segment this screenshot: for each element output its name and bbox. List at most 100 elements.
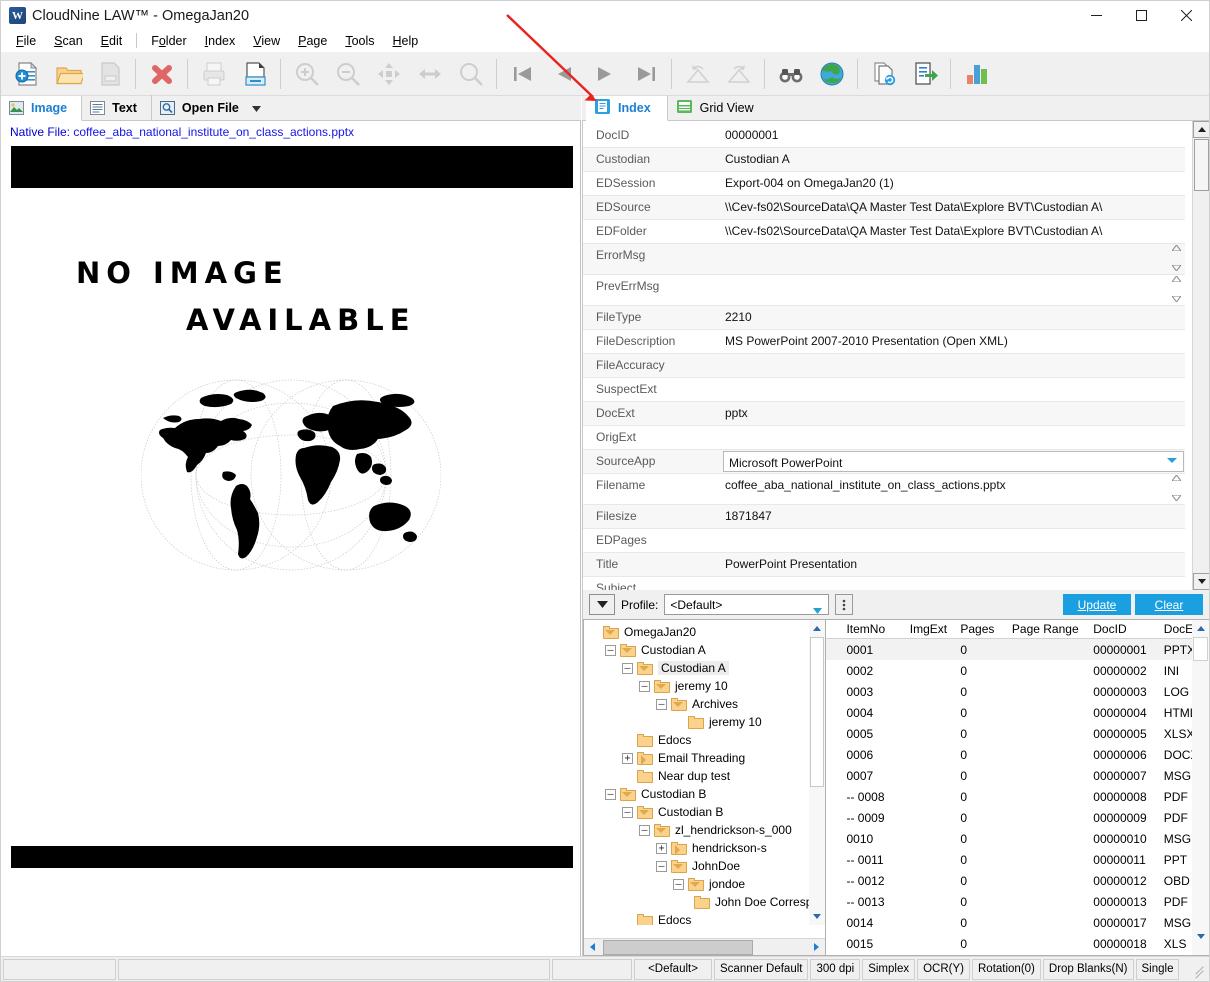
index-field-value[interactable]: \\Cev-fs02\SourceData\QA Master Test Dat… bbox=[723, 220, 1185, 243]
index-field-value[interactable] bbox=[723, 529, 1185, 552]
memo-spinner-icon[interactable] bbox=[1170, 245, 1182, 271]
status-blanks[interactable]: Drop Blanks(N) bbox=[1042, 958, 1134, 980]
grid-row[interactable]: 0003 0 00000003 LOG bbox=[826, 681, 1209, 702]
close-button[interactable] bbox=[1164, 1, 1209, 30]
menu-view[interactable]: View bbox=[244, 32, 289, 50]
status-rotation[interactable]: Rotation(0) bbox=[972, 958, 1041, 980]
grid-row[interactable]: 0001 0 00000001 PPTX bbox=[826, 639, 1209, 660]
chevron-down-icon[interactable] bbox=[251, 101, 261, 115]
maximize-button[interactable] bbox=[1119, 1, 1164, 30]
tree-vertical-scrollbar[interactable] bbox=[809, 620, 825, 925]
tree-node[interactable]: – jondoe bbox=[584, 875, 810, 893]
index-field-value[interactable] bbox=[723, 426, 1185, 449]
menu-help[interactable]: Help bbox=[384, 32, 428, 50]
tree-hscroll-thumb[interactable] bbox=[603, 939, 753, 955]
collapse-node-icon[interactable]: – bbox=[605, 788, 616, 800]
grid-row[interactable]: -- 0013 0 00000013 PDF bbox=[826, 891, 1209, 912]
index-field-value[interactable]: \\Cev-fs02\SourceData\QA Master Test Dat… bbox=[723, 196, 1185, 219]
index-field-value[interactable]: Export-004 on OmegaJan20 (1) bbox=[723, 172, 1185, 195]
index-field-value[interactable]: Custodian A bbox=[723, 148, 1185, 171]
tree-scroll-up-button[interactable] bbox=[809, 620, 825, 637]
index-field-value[interactable]: pptx bbox=[723, 402, 1185, 425]
menu-file[interactable]: File bbox=[7, 32, 45, 50]
tab-index[interactable]: Index bbox=[586, 96, 668, 121]
tree-scroll-right-button[interactable] bbox=[808, 938, 825, 955]
open-folder-icon[interactable] bbox=[48, 54, 89, 94]
status-ocr[interactable]: OCR(Y) bbox=[917, 958, 970, 980]
tree-node[interactable]: – JohnDoe bbox=[584, 857, 810, 875]
grid-row[interactable]: 0004 0 00000004 HTML bbox=[826, 702, 1209, 723]
native-file-name[interactable]: coffee_aba_national_institute_on_class_a… bbox=[73, 125, 354, 139]
grid-row[interactable]: -- 0011 0 00000011 PPT bbox=[826, 849, 1209, 870]
status-duplex[interactable]: Simplex bbox=[862, 958, 916, 980]
menu-page[interactable]: Page bbox=[289, 32, 336, 50]
index-field-value[interactable]: MS PowerPoint 2007-2010 Presentation (Op… bbox=[723, 330, 1185, 353]
grid-row[interactable]: 0007 0 00000007 MSG bbox=[826, 765, 1209, 786]
status-dpi[interactable]: 300 dpi bbox=[810, 958, 861, 980]
grid-row[interactable]: 0010 0 00000010 MSG bbox=[826, 828, 1209, 849]
resize-grip-icon[interactable] bbox=[1193, 962, 1207, 976]
grid-column-header[interactable]: Pages bbox=[960, 620, 1012, 638]
tree-node[interactable]: Edocs bbox=[584, 911, 810, 925]
update-button[interactable]: Update bbox=[1063, 594, 1131, 615]
vertical-ellipsis-icon[interactable] bbox=[835, 594, 854, 615]
tab-open-file[interactable]: Open File bbox=[152, 95, 275, 120]
expand-node-icon[interactable]: + bbox=[656, 842, 667, 854]
menu-folder[interactable]: Folder bbox=[142, 32, 195, 50]
grid-scroll-thumb[interactable] bbox=[1193, 637, 1208, 661]
index-scroll-up-button[interactable] bbox=[1193, 121, 1209, 138]
index-field-value[interactable]: 00000001 bbox=[723, 124, 1185, 147]
status-scanner[interactable]: Scanner Default bbox=[714, 958, 809, 980]
index-vertical-scrollbar[interactable] bbox=[1192, 121, 1209, 590]
chevron-down-icon[interactable] bbox=[1167, 458, 1177, 463]
collapse-node-icon[interactable]: – bbox=[656, 860, 667, 872]
tree-node[interactable]: – Custodian B bbox=[584, 785, 810, 803]
collapse-node-icon[interactable]: – bbox=[605, 644, 616, 656]
grid-column-header[interactable]: ItemNo bbox=[846, 620, 909, 638]
collapse-node-icon[interactable]: – bbox=[622, 806, 633, 818]
collapse-node-icon[interactable]: – bbox=[656, 698, 667, 710]
grid-row[interactable]: 0002 0 00000002 INI bbox=[826, 660, 1209, 681]
profile-select[interactable]: <Default> bbox=[664, 594, 830, 617]
next-page-icon[interactable] bbox=[584, 54, 625, 94]
index-field-value[interactable] bbox=[723, 378, 1185, 401]
grid-scroll-up-button[interactable] bbox=[1192, 620, 1209, 637]
index-field-value[interactable] bbox=[723, 577, 1185, 590]
tree-node[interactable]: – Custodian A bbox=[584, 641, 810, 659]
index-field-value[interactable]: coffee_aba_national_institute_on_class_a… bbox=[723, 474, 1185, 504]
tree-node[interactable]: – jeremy 10 bbox=[584, 677, 810, 695]
grid-row[interactable]: -- 0009 0 00000009 PDF bbox=[826, 807, 1209, 828]
memo-spinner-icon[interactable] bbox=[1170, 475, 1182, 501]
tree-node[interactable]: OmegaJan20 bbox=[584, 623, 810, 641]
grid-row[interactable]: 0015 0 00000018 XLS bbox=[826, 933, 1209, 954]
tree-node[interactable]: + hendrickson-s bbox=[584, 839, 810, 857]
binoculars-icon[interactable] bbox=[770, 54, 811, 94]
status-pagemode[interactable]: Single bbox=[1135, 958, 1180, 980]
index-scroll-down-button[interactable] bbox=[1193, 573, 1209, 590]
status-profile[interactable]: <Default> bbox=[634, 958, 712, 980]
grid-row[interactable]: 0005 0 00000005 XLSX bbox=[826, 723, 1209, 744]
tree-scroll-down-button[interactable] bbox=[809, 908, 825, 925]
globe-icon[interactable] bbox=[811, 54, 852, 94]
minimize-button[interactable] bbox=[1074, 1, 1119, 30]
tree-scroll-thumb[interactable] bbox=[810, 637, 824, 787]
grid-row[interactable]: 0006 0 00000006 DOCX bbox=[826, 744, 1209, 765]
grid-column-header[interactable]: DocID bbox=[1093, 620, 1164, 638]
refresh-document-icon[interactable] bbox=[863, 54, 904, 94]
menu-edit[interactable]: Edit bbox=[92, 32, 132, 50]
index-scroll-thumb[interactable] bbox=[1194, 139, 1209, 191]
grid-scroll-down-button[interactable] bbox=[1192, 928, 1209, 945]
tree-node[interactable]: + Email Threading bbox=[584, 749, 810, 767]
grid-row[interactable]: -- 0008 0 00000008 PDF bbox=[826, 786, 1209, 807]
index-field-value[interactable]: Microsoft PowerPoint bbox=[723, 451, 1184, 472]
index-field-value[interactable]: 2210 bbox=[723, 306, 1185, 329]
new-document-icon[interactable] bbox=[7, 54, 48, 94]
index-field-value[interactable]: PowerPoint Presentation bbox=[723, 553, 1185, 576]
index-field-value[interactable]: 1871847 bbox=[723, 505, 1185, 528]
profile-menu-button[interactable] bbox=[589, 594, 615, 615]
chevron-down-icon[interactable] bbox=[813, 603, 823, 617]
menu-scan[interactable]: Scan bbox=[45, 32, 92, 50]
menu-index[interactable]: Index bbox=[196, 32, 245, 50]
grid-row[interactable]: -- 0012 0 00000012 OBD bbox=[826, 870, 1209, 891]
tree-node[interactable]: – Archives bbox=[584, 695, 810, 713]
